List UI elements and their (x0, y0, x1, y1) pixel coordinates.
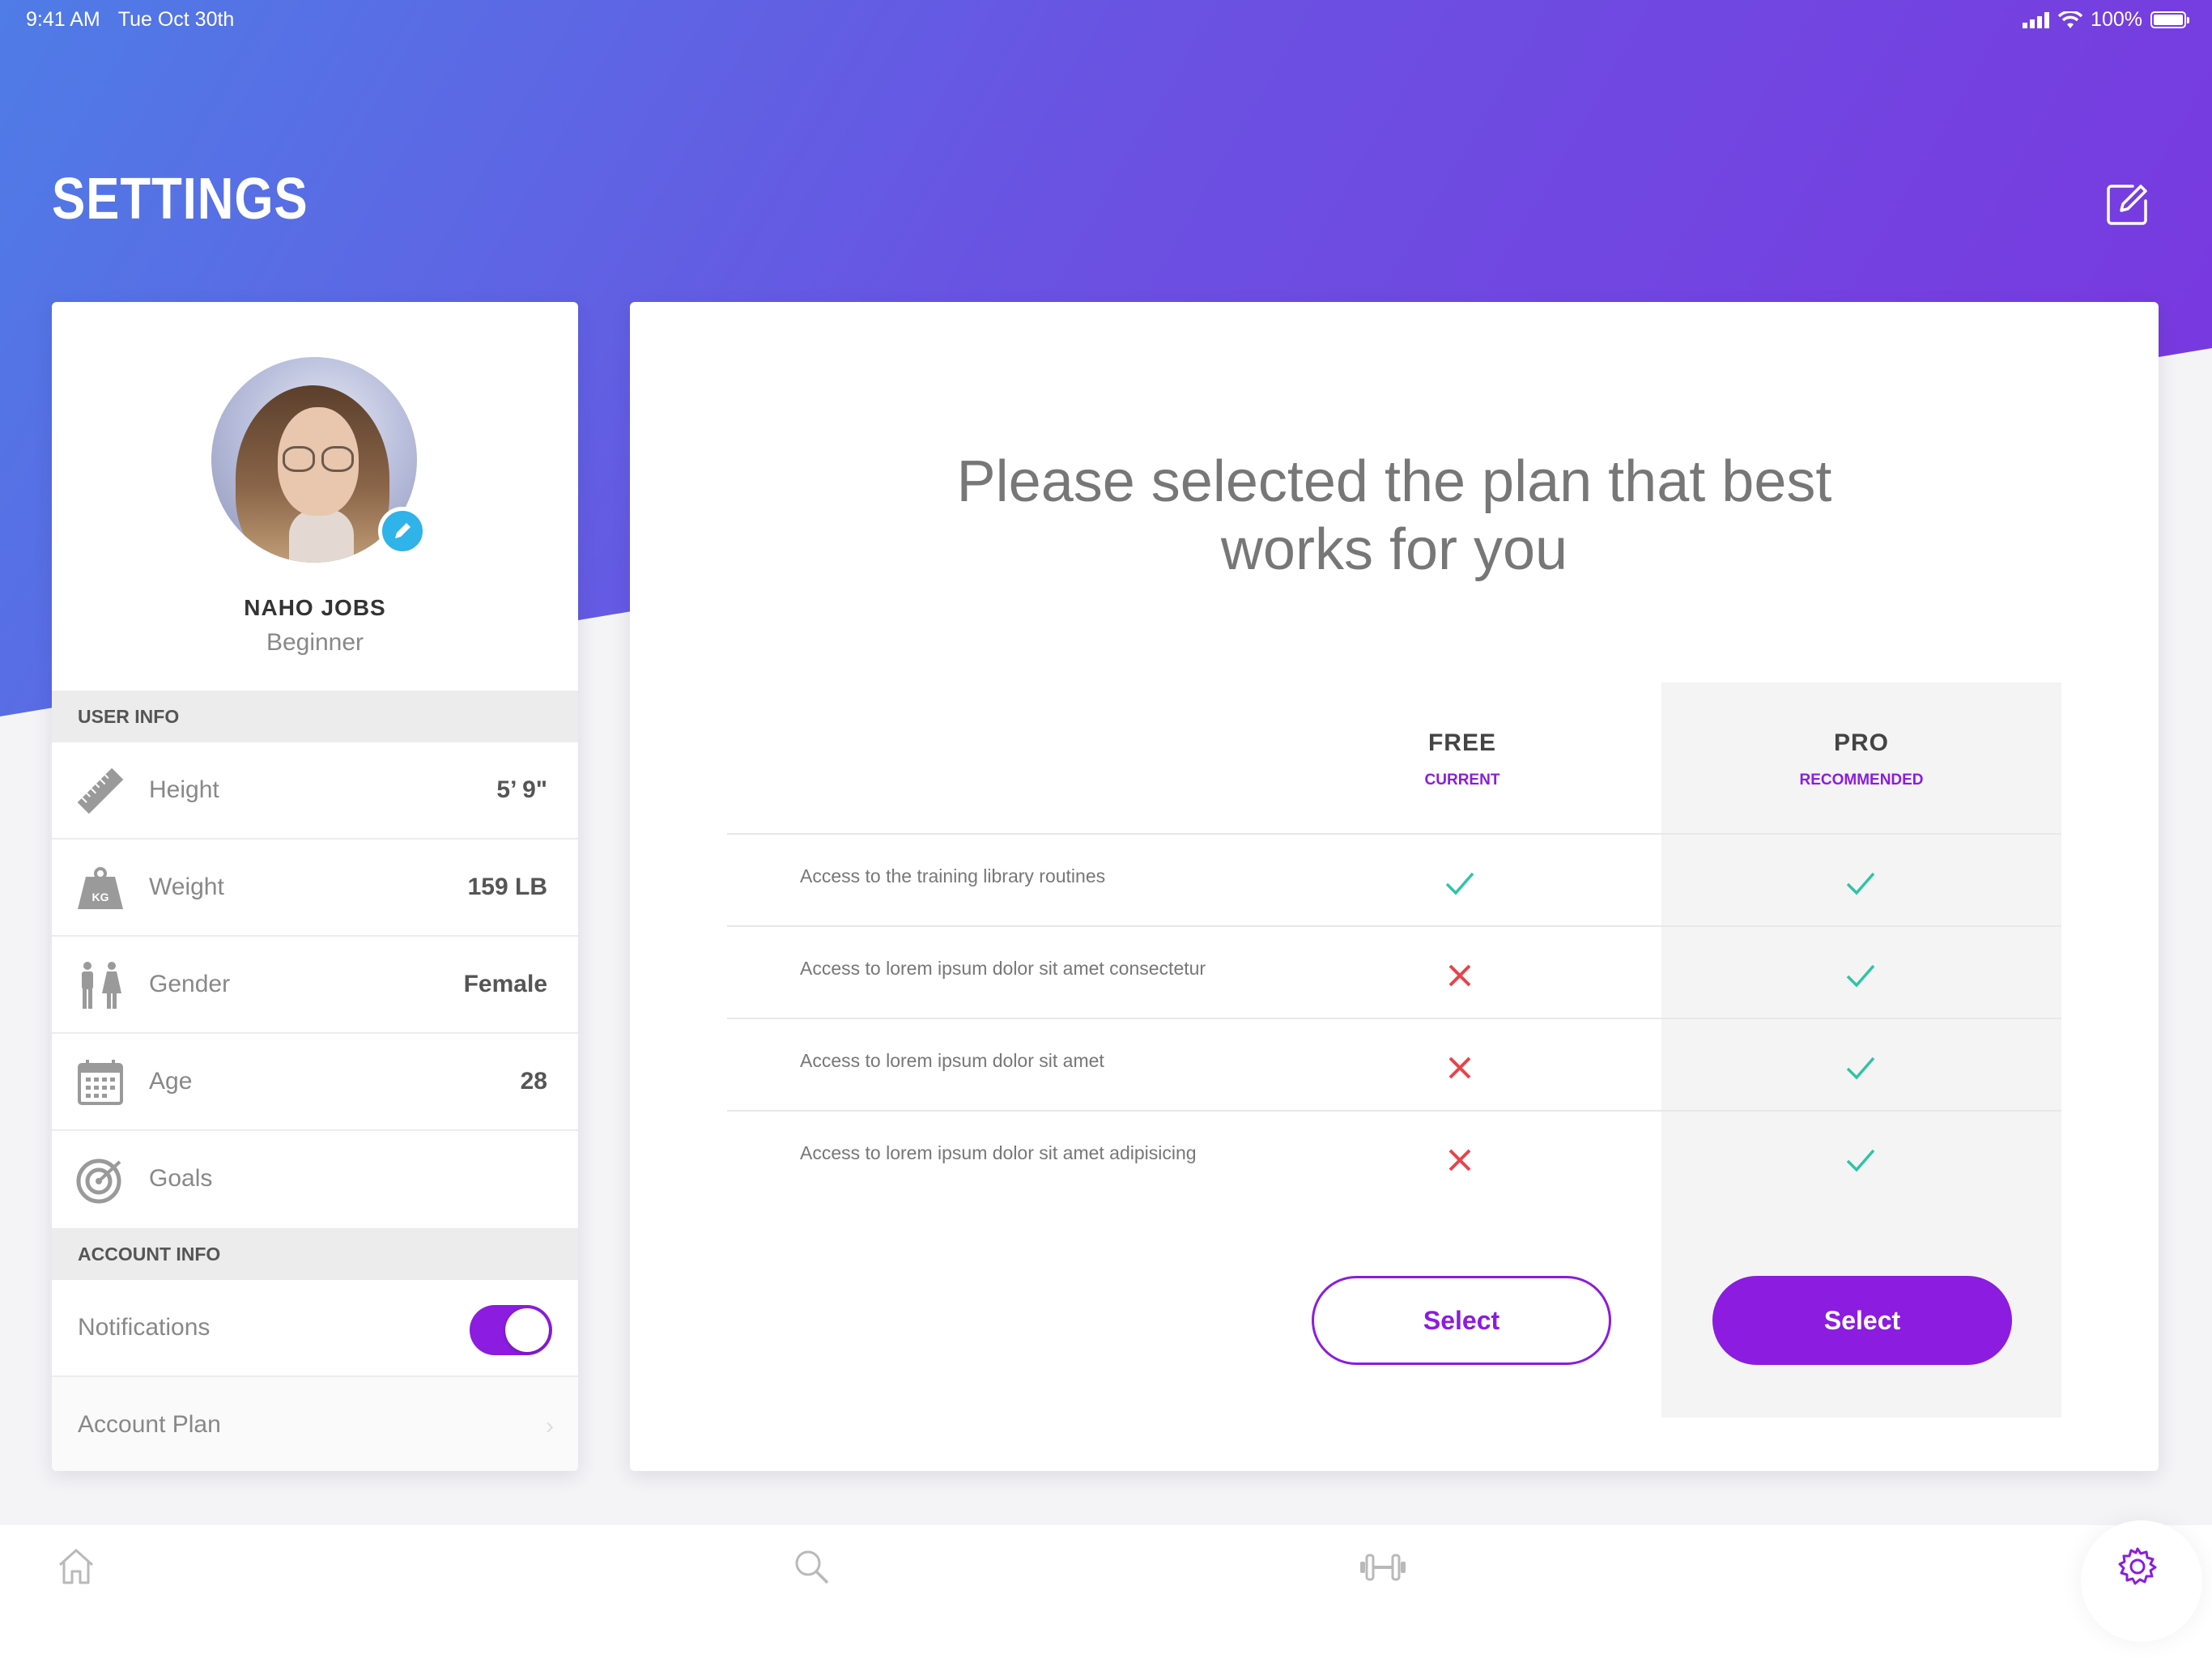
notifications-row: Notifications (52, 1280, 578, 1377)
free-plan-tag: CURRENT (1424, 772, 1500, 789)
goals-row[interactable]: Goals (52, 1131, 578, 1228)
feature-row: Access to lorem ipsum dolor sit amet (727, 1018, 2061, 1110)
gender-row[interactable]: Gender Female (52, 937, 578, 1034)
target-icon (76, 1158, 121, 1204)
feature-text: Access to the training library routines (800, 865, 1106, 886)
feature-text: Access to lorem ipsum dolor sit amet con… (800, 958, 1206, 979)
gender-value: Female (463, 971, 547, 997)
weight-row[interactable]: KG Weight 159 LB (52, 840, 578, 937)
edit-icon[interactable] (2104, 180, 2152, 228)
free-plan-name: FREE (1427, 729, 1496, 756)
tab-bar (0, 1525, 2212, 1658)
pro-plan-header: PRO RECOMMENDED (1661, 729, 2061, 789)
profile-name: NAHO JOBS (244, 595, 386, 620)
notifications-toggle[interactable] (470, 1305, 552, 1355)
height-label: Height (149, 776, 219, 803)
account-info-header: ACCOUNT INFO (52, 1228, 578, 1280)
battery-percent: 100% (2091, 8, 2142, 31)
cross-icon (1448, 964, 1471, 987)
signal-icon (2023, 11, 2050, 28)
check-icon (1846, 872, 1875, 895)
weight-icon: KG (78, 867, 123, 909)
feature-row: Access to lorem ipsum dolor sit amet adi… (727, 1110, 2061, 1202)
notifications-label: Notifications (78, 1314, 211, 1341)
pro-plan-tag: RECOMMENDED (1799, 772, 1924, 789)
pro-plan-name: PRO (1833, 729, 1889, 756)
height-row[interactable]: Height 5’ 9" (52, 742, 578, 840)
plan-title-line1: Please selected the plan that best (956, 449, 1832, 514)
weight-value: 159 LB (467, 874, 547, 900)
home-icon[interactable] (52, 1542, 100, 1591)
battery-icon (2150, 11, 2189, 28)
age-value: 28 (520, 1068, 547, 1095)
svg-text:KG: KG (92, 891, 109, 903)
age-label: Age (149, 1068, 193, 1095)
cross-icon (1448, 1056, 1471, 1079)
height-value: 5’ 9" (496, 776, 547, 803)
age-row[interactable]: Age 28 (52, 1034, 578, 1131)
profile-level: Beginner (266, 629, 364, 656)
search-icon[interactable] (787, 1542, 836, 1591)
feature-text: Access to lorem ipsum dolor sit amet (800, 1050, 1104, 1071)
check-icon (1846, 1149, 1875, 1172)
weight-label: Weight (149, 874, 224, 900)
plan-card: Please selected the plan that best works… (630, 302, 2159, 1471)
chevron-right-icon: › (546, 1413, 554, 1439)
dumbbell-icon[interactable] (1357, 1542, 1409, 1591)
wifi-icon (2058, 11, 2083, 28)
edit-avatar-button[interactable] (378, 507, 427, 555)
cross-icon (1448, 1149, 1471, 1171)
free-plan-header: FREE CURRENT (1262, 729, 1662, 789)
check-icon (1846, 1056, 1875, 1080)
plan-title: Please selected the plan that best works… (630, 448, 2159, 584)
select-free-button[interactable]: Select (1312, 1276, 1611, 1365)
feature-row: Access to the training library routines (727, 833, 2061, 925)
plan-title-line2: works for you (1220, 517, 1568, 582)
check-icon (1846, 964, 1875, 988)
ruler-icon (77, 767, 124, 814)
feature-row: Access to lorem ipsum dolor sit amet con… (727, 925, 2061, 1018)
select-pro-button[interactable]: Select (1712, 1276, 2012, 1365)
status-date: Tue Oct 30th (117, 8, 235, 31)
feature-text: Access to lorem ipsum dolor sit amet adi… (800, 1142, 1197, 1163)
profile-card: NAHO JOBS Beginner USER INFO Height 5’ 9… (52, 302, 578, 1471)
check-icon (1445, 872, 1474, 895)
pencil-icon (395, 523, 410, 538)
goals-label: Goals (149, 1165, 213, 1192)
gear-icon[interactable] (2113, 1542, 2162, 1591)
status-bar: 9:41 AM Tue Oct 30th 100% (0, 0, 2212, 39)
account-plan-row[interactable]: Account Plan › (52, 1377, 578, 1471)
account-plan-label: Account Plan (78, 1411, 221, 1438)
gender-label: Gender (149, 971, 231, 997)
gender-icon (82, 962, 121, 1009)
status-time: 9:41 AM (26, 8, 100, 31)
page-title: SETTINGS (52, 167, 308, 232)
user-info-header: USER INFO (52, 691, 578, 742)
calendar-icon (78, 1060, 123, 1105)
